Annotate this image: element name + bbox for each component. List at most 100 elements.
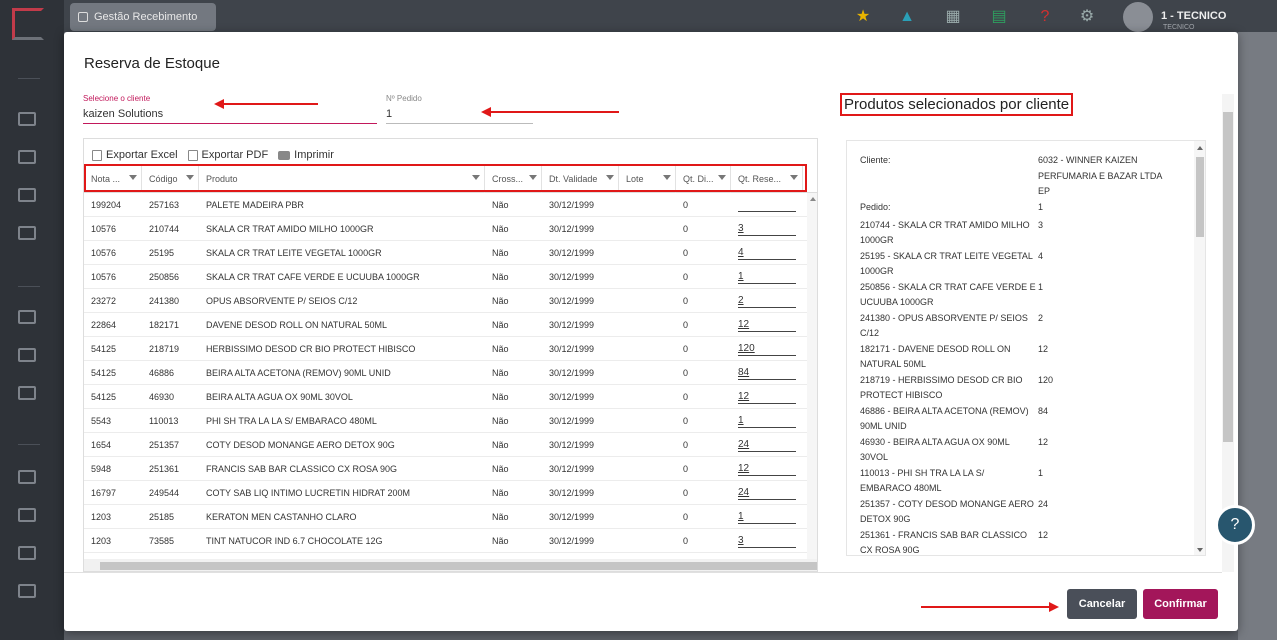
scroll-up-icon[interactable] (810, 197, 816, 201)
sliders-icon[interactable] (18, 584, 36, 598)
scrollbar-thumb[interactable] (1223, 112, 1233, 442)
scrollbar-thumb[interactable] (1196, 157, 1204, 237)
reserve-qty-input[interactable]: 2 (738, 293, 796, 308)
modal-scrollbar[interactable] (1222, 94, 1234, 572)
tab-gestao-recebimento[interactable]: Gestão Recebimento (70, 3, 216, 31)
tools-icon[interactable] (18, 310, 36, 324)
modal-title: Reserva de Estoque (84, 55, 220, 72)
column-header-qt-reservada[interactable]: Qt. Rese... (731, 165, 803, 193)
table-cell (619, 193, 676, 217)
table-row[interactable]: 1654 251357 COTY DESOD MONANGE AERO DETOX … (84, 433, 807, 457)
reserve-qty-input[interactable]: 1 (738, 269, 796, 284)
table-row[interactable]: 10576 210744 SKALA CR TRAT AMIDO MILHO 100… (84, 217, 807, 241)
reserve-qty-input[interactable]: 120 (738, 341, 796, 356)
table-cell: COTY SAB LIQ INTIMO LUCRETIN HIDRAT 200M (206, 488, 411, 498)
filter-icon[interactable] (186, 175, 194, 180)
reserve-qty-input[interactable] (738, 197, 796, 212)
table-row[interactable]: 10576 25195 SKALA CR TRAT LEITE VEGETAL 10… (84, 241, 807, 265)
grid-vertical-scrollbar[interactable] (807, 193, 817, 559)
reserve-qty-input[interactable]: 12 (738, 317, 796, 332)
filter-icon[interactable] (529, 175, 537, 180)
client-select-field[interactable]: Selecione o cliente kaizen Solutions (83, 94, 377, 124)
order-field-value[interactable]: 1 (386, 108, 392, 120)
column-header-qt-disponivel[interactable]: Qt. Di... (676, 165, 731, 193)
table-row[interactable]: 22864 182171 DAVENE DESOD ROLL ON NATURAL … (84, 313, 807, 337)
reserve-qty-input[interactable]: 84 (738, 365, 796, 380)
handshake-icon[interactable] (18, 226, 36, 240)
column-header-validade[interactable]: Dt. Validade (542, 165, 619, 193)
confirm-button[interactable]: Confirmar (1143, 589, 1218, 619)
reserve-qty-input[interactable]: 1 (738, 509, 796, 524)
filter-icon[interactable] (472, 175, 480, 180)
order-number-field[interactable]: Nº Pedido 1 (386, 94, 533, 124)
reserve-qty-input[interactable]: 4 (738, 245, 796, 260)
column-header-cross[interactable]: Cross... (485, 165, 542, 193)
table-cell: OPUS ABSORVENTE P/ SEIOS C/12 (206, 296, 358, 306)
filter-icon[interactable] (606, 175, 614, 180)
table-row[interactable]: 5948 251361 FRANCIS SAB BAR CLASSICO CX RO… (84, 457, 807, 481)
app-logo[interactable] (12, 8, 44, 40)
clipboard-icon[interactable] (18, 470, 36, 484)
export-pdf-button[interactable]: Exportar PDF (187, 149, 268, 161)
table-cell (619, 457, 676, 481)
star-icon[interactable]: ★ (854, 8, 872, 26)
table-row[interactable]: 54125 46930 BEIRA ALTA AGUA OX 90ML 30VOL N… (84, 385, 807, 409)
scroll-up-icon[interactable] (1197, 146, 1203, 150)
grid-horizontal-scrollbar[interactable] (84, 559, 817, 571)
truck-icon[interactable] (18, 112, 36, 126)
filter-icon[interactable] (129, 175, 137, 180)
reserve-qty-input[interactable]: 1 (738, 413, 796, 428)
print-button[interactable]: Imprimir (278, 149, 334, 161)
filter-icon[interactable] (663, 175, 671, 180)
cancel-button[interactable]: Cancelar (1067, 589, 1137, 619)
scroll-down-icon[interactable] (1197, 548, 1203, 552)
column-header-nota[interactable]: Nota ... (84, 165, 142, 193)
annotation-arrow (921, 602, 1059, 612)
table-cell: 46886 (149, 368, 175, 378)
filter-icon[interactable] (790, 175, 798, 180)
summary-scrollbar[interactable] (1194, 141, 1205, 555)
table-cell: 30/12/1999 (549, 440, 595, 450)
table-row[interactable]: 16797 249544 COTY SAB LIQ INTIMO LUCRETIN … (84, 481, 807, 505)
reserve-qty-input[interactable]: 3 (738, 221, 796, 236)
reserve-qty-input[interactable]: 3 (738, 533, 796, 548)
column-header-lote[interactable]: Lote (619, 165, 676, 193)
table-row[interactable]: 23272 241380 OPUS ABSORVENTE P/ SEIOS C/12… (84, 289, 807, 313)
reserve-qty-input[interactable]: 24 (738, 437, 796, 452)
gear-icon[interactable]: ⚙ (1078, 8, 1096, 26)
table-row[interactable]: 199204 257163 PALETE MADEIRA PBR Não 30/12/1… (84, 193, 807, 217)
table-row[interactable]: 54125 46886 BEIRA ALTA ACETONA (REMOV) 90M… (84, 361, 807, 385)
dolly-icon[interactable] (18, 188, 36, 202)
scrollbar-thumb[interactable] (100, 562, 817, 570)
summary-client-label: Cliente: (860, 155, 891, 165)
chart-icon[interactable]: ▤ (990, 8, 1008, 26)
column-header-produto[interactable]: Produto (199, 165, 485, 193)
help-circle-icon[interactable]: ? (1036, 8, 1054, 26)
tag-icon[interactable] (18, 546, 36, 560)
table-row[interactable]: 1203 25185 KERATON MEN CASTANHO CLARO Não 30… (84, 505, 807, 529)
table-row[interactable]: 5543 110013 PHI SH TRA LA LA S/ EMBARACO 4… (84, 409, 807, 433)
boxes-icon[interactable] (18, 150, 36, 164)
reserve-qty-input[interactable]: 12 (738, 389, 796, 404)
filter-icon[interactable] (718, 175, 726, 180)
map-icon[interactable]: ▦ (944, 8, 962, 26)
help-chat-button[interactable]: ? (1215, 505, 1255, 545)
summary-order-value: 1 (1038, 201, 1044, 212)
table-row[interactable]: 54125 218719 HERBISSIMO DESOD CR BIO PROTE… (84, 337, 807, 361)
building-icon[interactable] (18, 386, 36, 400)
table-cell: BEIRA ALTA ACETONA (REMOV) 90ML UNID (206, 368, 391, 378)
sitemap-icon[interactable] (18, 508, 36, 522)
column-header-codigo[interactable]: Código (142, 165, 199, 193)
table-row[interactable]: 1203 73585 TINT NATUCOR IND 6.7 CHOCOLATE … (84, 529, 807, 553)
user-name[interactable]: 1 - TECNICO (1161, 10, 1226, 22)
avatar[interactable] (1123, 2, 1153, 32)
export-excel-button[interactable]: Exportar Excel (92, 149, 178, 161)
graduation-cap-icon[interactable]: ▲ (898, 8, 916, 26)
reserve-qty-input[interactable]: 24 (738, 485, 796, 500)
table-cell: 0 (683, 224, 689, 234)
reserve-qty-input[interactable]: 12 (738, 461, 796, 476)
table-row[interactable]: 10576 250856 SKALA CR TRAT CAFE VERDE E UC… (84, 265, 807, 289)
table-cell: 73585 (149, 536, 175, 546)
client-field-value[interactable]: kaizen Solutions (83, 108, 163, 120)
warehouse-icon[interactable] (18, 348, 36, 362)
